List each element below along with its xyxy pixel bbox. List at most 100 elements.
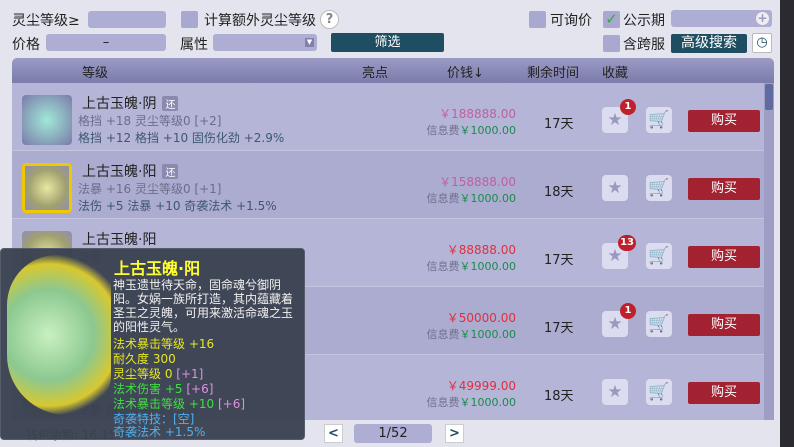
attr-label: 属性 <box>180 37 208 53</box>
item-thumbnail[interactable] <box>22 95 72 145</box>
tooltip-crit2: 法术暴击等级 +10 [+6] <box>113 397 245 412</box>
fee-label: 信息费 <box>426 260 460 273</box>
item-price: ￥158888.00 <box>439 175 516 189</box>
fee-value: ￥1000.00 <box>459 192 517 205</box>
cart-icon[interactable]: 🛒 <box>646 311 672 337</box>
price-separator: – <box>102 35 110 50</box>
item-price: ￥188888.00 <box>439 107 516 121</box>
remaining-time: 17天 <box>544 321 574 336</box>
item-price: ￥50000.00 <box>446 311 516 325</box>
info-fee: 信息费￥1000.00 <box>427 122 517 138</box>
page-indicator[interactable]: 1/52 <box>354 424 432 443</box>
price-range-input[interactable]: – <box>46 34 166 51</box>
favorite-star-icon[interactable]: ★ <box>602 175 628 201</box>
header-fav: 收藏 <box>602 66 629 81</box>
jade-item-image <box>7 255 111 415</box>
plus-icon[interactable]: + <box>756 12 769 25</box>
item-attr-line2: 格挡 +12 格挡 +10 固伤化劲 +2.9% <box>78 131 285 145</box>
return-tag: 还 <box>162 96 179 111</box>
table-row[interactable]: 上古玉魄·阳还 法暴 +16 灵尘等级0 [+1] 法伤 +5 法暴 +10 奇… <box>12 151 764 219</box>
item-name: 上古玉魄·阳 <box>82 232 157 248</box>
attr-select[interactable]: ▼ <box>213 34 317 51</box>
fee-label: 信息费 <box>426 192 460 205</box>
next-page-button[interactable]: > <box>445 424 464 443</box>
damage-value: 法术伤害 +5 <box>113 382 183 396</box>
cart-icon[interactable]: 🛒 <box>646 107 672 133</box>
public-checkbox[interactable]: ✓ <box>603 11 620 28</box>
header-level[interactable]: 等级 <box>82 62 108 81</box>
buy-button[interactable]: 购买 <box>688 382 760 404</box>
advanced-search-button[interactable]: 高级搜索 <box>671 34 747 53</box>
dust-value: 灵尘等级 0 <box>113 367 173 381</box>
table-header: 等级 亮点 价钱↓ 剩余时间 收藏 <box>12 58 774 83</box>
buy-button[interactable]: 购买 <box>688 246 760 268</box>
buy-button[interactable]: 购买 <box>688 110 760 132</box>
remaining-time: 17天 <box>544 117 574 132</box>
favorite-star-icon[interactable]: ★ <box>602 379 628 405</box>
inquiry-checkbox[interactable] <box>529 11 546 28</box>
fee-value: ￥1000.00 <box>459 124 517 137</box>
tooltip-spell: 奇袭法术 +1.5% <box>113 425 206 439</box>
info-fee: 信息费￥1000.00 <box>427 190 517 206</box>
info-fee: 信息费￥1000.00 <box>427 326 517 342</box>
table-row[interactable]: 上古玉魄·阴还 格挡 +18 灵尘等级0 [+2] 格挡 +12 格挡 +10 … <box>12 83 764 151</box>
filter-button[interactable]: 筛选 <box>331 33 444 52</box>
extra-dust-checkbox[interactable] <box>181 11 198 28</box>
remaining-time: 18天 <box>544 185 574 200</box>
scrollbar-thumb[interactable] <box>765 84 773 110</box>
fee-value: ￥1000.00 <box>459 260 517 273</box>
crit2-bonus: [+6] <box>217 397 246 411</box>
item-attr-line2: 法伤 +5 法暴 +10 奇袭法术 +1.5% <box>78 199 277 213</box>
tooltip-durability: 耐久度 300 <box>113 352 176 366</box>
fee-value: ￥1000.00 <box>459 328 517 341</box>
item-price: ￥49999.00 <box>446 379 516 393</box>
item-price: ￥88888.00 <box>446 243 516 257</box>
fav-count-badge: 1 <box>620 99 636 115</box>
item-thumbnail[interactable] <box>22 163 72 213</box>
cart-icon[interactable]: 🛒 <box>646 175 672 201</box>
info-fee: 信息费￥1000.00 <box>427 394 517 410</box>
tooltip-damage: 法术伤害 +5 [+6] <box>113 382 213 397</box>
price-label: 价格 <box>12 37 40 53</box>
window-edge <box>780 0 794 447</box>
header-price[interactable]: 价钱↓ <box>447 62 484 81</box>
extra-dust-label: 计算额外灵尘等级 <box>204 13 316 29</box>
remaining-time: 17天 <box>544 253 574 268</box>
item-attr-line1: 格挡 +18 灵尘等级0 [+2] <box>78 114 222 128</box>
info-fee: 信息费￥1000.00 <box>427 258 517 274</box>
tooltip-crit-level: 法术暴击等级 +16 <box>113 337 215 351</box>
buy-button[interactable]: 购买 <box>688 314 760 336</box>
cart-icon[interactable]: 🛒 <box>646 243 672 269</box>
remaining-time: 18天 <box>544 389 574 404</box>
item-attr-line1: 法暴 +16 灵尘等级0 [+1] <box>78 182 222 196</box>
favorite-star-icon[interactable]: ★ 1 <box>602 99 636 133</box>
clock-icon[interactable]: ◷ <box>752 33 772 53</box>
public-label: 公示期 <box>623 13 665 29</box>
favorite-star-icon[interactable]: ★ 13 <box>602 235 636 269</box>
dust-level-input[interactable] <box>88 11 166 28</box>
crit2-value: 法术暴击等级 +10 <box>113 397 215 411</box>
header-time[interactable]: 剩余时间 <box>527 62 579 81</box>
cross-server-label: 含跨服 <box>623 37 665 53</box>
fee-label: 信息费 <box>426 396 460 409</box>
chevron-down-icon: ▼ <box>305 38 314 47</box>
cross-server-checkbox[interactable] <box>603 35 620 52</box>
fee-label: 信息费 <box>426 328 460 341</box>
favorite-star-icon[interactable]: ★ 1 <box>602 303 636 337</box>
scrollbar[interactable] <box>764 83 774 420</box>
inquiry-label: 可询价 <box>550 13 592 29</box>
dust-level-label: 灵尘等级≥ <box>12 13 80 29</box>
fee-label: 信息费 <box>426 124 460 137</box>
tooltip-dust: 灵尘等级 0 [+1] <box>113 367 203 382</box>
cart-icon[interactable]: 🛒 <box>646 379 672 405</box>
fav-count-badge: 1 <box>620 303 636 319</box>
fav-count-badge: 13 <box>618 235 636 251</box>
tooltip-title: 上古玉魄·阳 <box>114 259 201 278</box>
item-tooltip: 上古玉魄·阳 神玉遗世待天命，固命魂兮御阴阳。女娲一族所打造，其内蕴藏着圣王之灵… <box>0 248 305 440</box>
server-select[interactable]: + <box>671 10 772 27</box>
prev-page-button[interactable]: < <box>324 424 343 443</box>
return-tag: 还 <box>162 164 179 179</box>
help-icon[interactable]: ? <box>320 10 339 29</box>
buy-button[interactable]: 购买 <box>688 178 760 200</box>
item-name: 上古玉魄·阴 <box>82 96 157 112</box>
